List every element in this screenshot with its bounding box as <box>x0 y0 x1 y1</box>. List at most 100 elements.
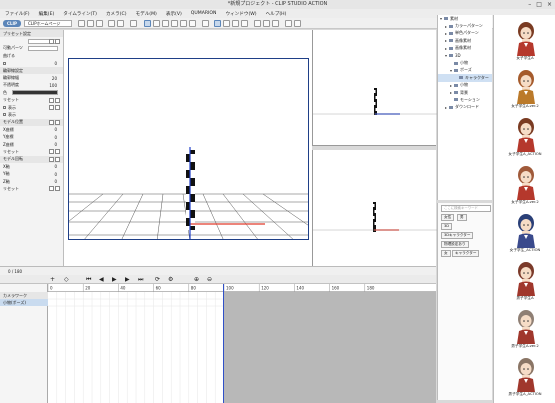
tree-item-motion[interactable]: モーション <box>438 96 492 103</box>
tag-woman[interactable]: 女 <box>441 250 451 257</box>
undo-icon[interactable] <box>108 20 115 27</box>
tree-item-3d[interactable]: ▾ 3D <box>438 52 492 59</box>
tree-item-small-items-2[interactable]: ▸ 小物 <box>438 82 492 89</box>
menu-qumarion[interactable]: QUMARION <box>191 11 217 16</box>
preview-icon[interactable] <box>241 20 248 27</box>
menu-camera[interactable]: カメラ(C) <box>106 11 127 17</box>
remove-icon[interactable] <box>55 119 60 125</box>
character-thumbnail[interactable]: 女子学生A_ACTION <box>498 115 552 159</box>
expand-icon[interactable] <box>3 106 6 110</box>
remove-icon[interactable] <box>55 186 60 192</box>
add-icon[interactable] <box>49 149 54 155</box>
first-frame-icon[interactable]: ⏮ <box>86 276 91 284</box>
clip-badge[interactable]: CLIP <box>3 20 21 27</box>
camera-rotate-icon[interactable] <box>180 20 187 27</box>
tree-item-image-material[interactable]: ▸ 画像素材 <box>438 37 492 44</box>
character-thumbnail[interactable]: 男子学生A-ver.2 <box>498 307 552 351</box>
delete-icon[interactable] <box>130 20 137 27</box>
timeline-active-range[interactable] <box>48 292 224 403</box>
remove-icon[interactable] <box>55 38 60 44</box>
ik-icon[interactable] <box>263 20 270 27</box>
view-mode-icon[interactable] <box>214 20 221 27</box>
grid-icon[interactable] <box>223 20 230 27</box>
main-3d-viewport[interactable] <box>68 58 309 240</box>
menu-window[interactable]: ウィンドウ(W) <box>225 11 256 17</box>
timeline-ruler[interactable]: 0 20 40 60 80 100 120 140 160 180 <box>47 284 436 292</box>
side-viewport-bottom[interactable] <box>312 150 437 266</box>
redo-icon[interactable] <box>117 20 124 27</box>
tree-item-mono-pattern[interactable]: ▸ 単色パターン <box>438 30 492 37</box>
save-icon[interactable] <box>96 20 103 27</box>
character-thumbnail[interactable]: 男子学生A <box>498 259 552 303</box>
tree-item-pose[interactable]: ▾ ポーズ <box>438 67 492 74</box>
maximize-button[interactable]: □ <box>536 1 542 8</box>
fit-icon[interactable] <box>285 20 292 27</box>
add-keyframe-icon[interactable]: + <box>50 276 55 283</box>
color-swatch[interactable] <box>12 90 58 96</box>
character-thumbnail[interactable]: 女子学生_ACTION <box>498 211 552 255</box>
character-thumbnail[interactable]: 男子学生A_ACTION <box>498 355 552 399</box>
tag-3d-character[interactable]: 3Dキャラクター <box>441 232 474 239</box>
settings-icon[interactable]: ⚙ <box>168 276 173 283</box>
remove-icon[interactable] <box>55 105 60 111</box>
tree-item-character[interactable]: キャラクター <box>438 74 492 82</box>
clip-homepage-button[interactable]: CLIPホームページ <box>24 20 72 27</box>
add-icon[interactable] <box>49 97 54 103</box>
character-thumbnail[interactable]: 女子学生A <box>498 19 552 63</box>
fk-icon[interactable] <box>272 20 279 27</box>
keyword-search-input[interactable]: ここに検索キーワード <box>441 205 491 212</box>
menu-file[interactable]: ファイル(F) <box>5 11 30 17</box>
add-icon[interactable] <box>49 186 54 192</box>
tree-item-image-material-2[interactable]: ▸ 画像素材 <box>438 45 492 52</box>
tag-3d[interactable]: 3D <box>441 223 453 230</box>
menu-timeline[interactable]: タイムライン(T) <box>63 11 97 17</box>
tree-item-small-items[interactable]: 小物 <box>438 59 492 66</box>
open-icon[interactable] <box>87 20 94 27</box>
render-icon[interactable] <box>232 20 239 27</box>
minimize-button[interactable]: – <box>528 1 531 8</box>
next-frame-icon[interactable]: ▶ <box>125 276 130 283</box>
character-thumbnail[interactable]: 女子学生A-ver.2 <box>498 67 552 111</box>
light-icon[interactable] <box>202 20 209 27</box>
character-thumbnail[interactable]: 女子学生A-ver.2 <box>498 163 552 207</box>
add-icon[interactable] <box>49 105 54 111</box>
add-icon[interactable] <box>49 38 54 44</box>
menu-edit[interactable]: 編集(E) <box>39 11 55 17</box>
movable-parts-field[interactable] <box>28 45 58 51</box>
camera-move-icon[interactable] <box>171 20 178 27</box>
tag-male[interactable]: 男 <box>457 214 467 221</box>
add-icon[interactable] <box>49 156 54 162</box>
tree-item-color-pattern[interactable]: ▸ カラーパターン <box>438 22 492 29</box>
rotate-icon[interactable] <box>153 20 160 27</box>
prev-frame-icon[interactable]: ◀ <box>99 276 104 283</box>
close-button[interactable]: × <box>547 1 552 8</box>
checkbox-icon[interactable] <box>3 113 6 117</box>
menu-view[interactable]: 表示(V) <box>166 11 182 17</box>
camera-zoom-icon[interactable] <box>189 20 196 27</box>
loop-icon[interactable]: ⟳ <box>155 276 160 283</box>
move-icon[interactable] <box>144 20 151 27</box>
last-frame-icon[interactable]: ⏭ <box>138 276 143 284</box>
menu-help[interactable]: ヘルプ(H) <box>266 11 287 17</box>
track-camera-work[interactable]: カメラワーク <box>0 292 48 299</box>
tag-physics[interactable]: 物理設定あり <box>441 241 469 248</box>
pose-icon[interactable] <box>254 20 261 27</box>
remove-icon[interactable] <box>55 149 60 155</box>
tree-item-material[interactable]: ▾ 素材 <box>438 15 492 22</box>
scale-icon[interactable] <box>162 20 169 27</box>
tree-item-download[interactable]: ▸ ダウンロード <box>438 104 492 111</box>
new-icon[interactable] <box>78 20 85 27</box>
tag-female[interactable]: 女性 <box>441 214 455 221</box>
add-icon[interactable] <box>49 119 54 125</box>
tree-item-background[interactable]: ▸ 背景 <box>438 89 492 96</box>
play-icon[interactable]: ▶ <box>112 276 117 283</box>
remove-icon[interactable] <box>55 156 60 162</box>
zoom-icon[interactable] <box>294 20 301 27</box>
side-viewport-top[interactable] <box>312 30 437 146</box>
zoom-out-icon[interactable]: ⊖ <box>207 276 212 283</box>
tag-character[interactable]: キャラクター <box>452 250 480 257</box>
track-pose-item[interactable]: 小物(ポーズ) <box>0 299 48 306</box>
timeline-playhead[interactable] <box>223 284 225 403</box>
remove-icon[interactable] <box>55 97 60 103</box>
zoom-in-icon[interactable]: ⊕ <box>194 276 199 283</box>
